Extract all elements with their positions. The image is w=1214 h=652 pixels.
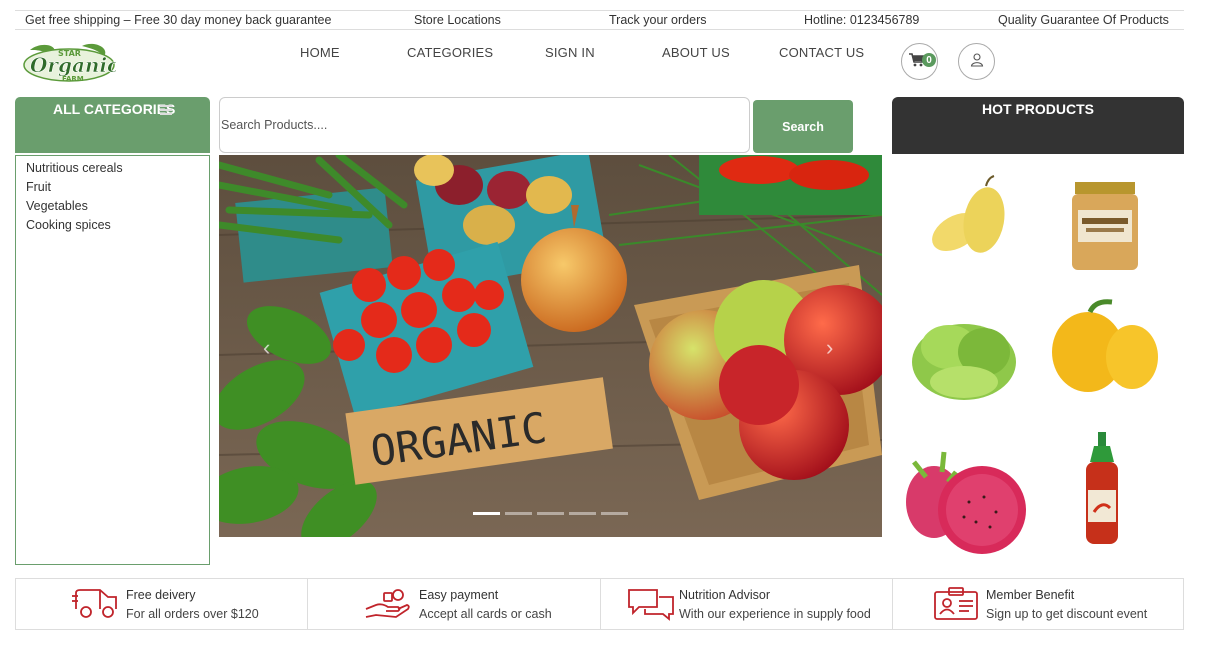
- account-button[interactable]: [958, 43, 995, 80]
- id-card-icon: [934, 587, 978, 620]
- all-categories-header[interactable]: ALL CATEGORIES: [15, 97, 210, 153]
- feature-title: Free deivery: [126, 588, 196, 602]
- category-list: Nutritious cereals Fruit Vegetables Cook…: [15, 155, 210, 565]
- feature-nutrition-advisor: Nutrition Advisor With our experience in…: [601, 579, 893, 629]
- category-item[interactable]: Nutritious cereals: [26, 159, 199, 178]
- star-organic-farm-logo[interactable]: STAR Organic FARM: [22, 42, 116, 86]
- feature-member-benefit: Member Benefit Sign up to get discount e…: [893, 579, 1185, 629]
- category-item[interactable]: Fruit: [26, 178, 199, 197]
- quality-guarantee-text: Quality Guarantee Of Products: [998, 13, 1169, 27]
- feature-title: Easy payment: [419, 588, 499, 602]
- category-item[interactable]: Vegetables: [26, 197, 199, 216]
- search-button[interactable]: Search: [753, 100, 853, 153]
- svg-text:Organic: Organic: [30, 53, 116, 77]
- cart-button[interactable]: 0: [901, 43, 938, 80]
- slide-dot[interactable]: [473, 512, 500, 515]
- next-slide-arrow[interactable]: ›: [826, 335, 833, 361]
- svg-text:FARM: FARM: [62, 75, 84, 83]
- category-item[interactable]: Cooking spices: [26, 216, 199, 235]
- feature-subtitle: For all orders over $120: [126, 607, 259, 621]
- hotline-text: Hotline: 0123456789: [804, 13, 920, 27]
- product-pear-melon[interactable]: [904, 162, 1034, 287]
- track-orders-link[interactable]: Track your orders: [609, 13, 706, 27]
- product-nut-butter-jar[interactable]: [1040, 162, 1170, 287]
- shipping-notice: Get free shipping – Free 30 day money ba…: [25, 13, 332, 27]
- nav-about-us[interactable]: ABOUT US: [662, 45, 730, 60]
- nav-categories[interactable]: CATEGORIES: [407, 45, 493, 60]
- feature-free-delivery: Free deivery For all orders over $120: [16, 579, 308, 629]
- nav-sign-in[interactable]: SIGN IN: [545, 45, 595, 60]
- feature-subtitle: Accept all cards or cash: [419, 607, 552, 621]
- top-info-bar: Get free shipping – Free 30 day money ba…: [15, 10, 1184, 30]
- slide-dot[interactable]: [505, 512, 532, 515]
- search-input[interactable]: [219, 97, 750, 153]
- hot-products-header: HOT PRODUCTS: [892, 97, 1184, 154]
- product-yellow-pepper[interactable]: [1040, 292, 1170, 417]
- nav-contact-us[interactable]: CONTACT US: [779, 45, 864, 60]
- organic-produce-image: ORGANIC: [219, 155, 882, 537]
- slide-dot[interactable]: [601, 512, 628, 515]
- hand-money-icon: [365, 589, 410, 618]
- slide-dot[interactable]: [569, 512, 596, 515]
- feature-title: Member Benefit: [986, 588, 1075, 602]
- hero-banner: ORGANIC ‹ ›: [219, 155, 882, 537]
- cart-count-badge: 0: [922, 53, 936, 67]
- feature-subtitle: With our experience in supply food: [679, 607, 871, 621]
- feature-title: Nutrition Advisor: [679, 588, 771, 602]
- product-dragon-fruit[interactable]: [904, 432, 1034, 557]
- all-categories-label: ALL CATEGORIES: [53, 101, 176, 117]
- prev-slide-arrow[interactable]: ‹: [263, 335, 270, 361]
- product-chili-sauce[interactable]: [1040, 432, 1170, 557]
- product-lettuce[interactable]: [904, 292, 1034, 417]
- slide-dot[interactable]: [537, 512, 564, 515]
- hamburger-icon: [160, 105, 172, 117]
- nav-home[interactable]: HOME: [300, 45, 340, 60]
- truck-icon: [72, 589, 117, 618]
- features-bar: Free deivery For all orders over $120 Ea…: [15, 578, 1184, 630]
- user-icon: [970, 52, 983, 67]
- store-locations-link[interactable]: Store Locations: [414, 13, 501, 27]
- chat-bubbles-icon: [628, 589, 674, 621]
- feature-subtitle: Sign up to get discount event: [986, 607, 1148, 621]
- feature-easy-payment: Easy payment Accept all cards or cash: [308, 579, 601, 629]
